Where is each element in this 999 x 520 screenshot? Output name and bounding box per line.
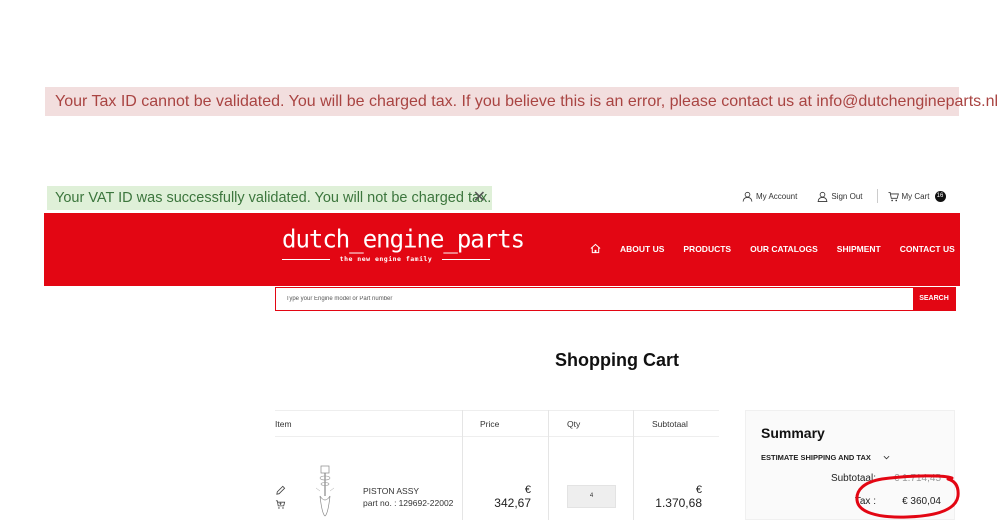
nav-our-catalogs[interactable]: OUR CATALOGS	[750, 244, 818, 254]
tax-error-text: Your Tax ID cannot be validated. You wil…	[55, 93, 999, 110]
column-subtotal: Subtotaal	[652, 419, 688, 429]
page-title: Shopping Cart	[555, 350, 679, 370]
user-outline-icon	[818, 191, 828, 202]
logo[interactable]: dutch_engine_parts the new engine family	[282, 224, 525, 263]
product-sku: part no. :129692-22002	[363, 498, 453, 508]
estimate-shipping-toggle[interactable]: ESTIMATE SHIPPING AND TAX	[761, 453, 890, 462]
subtotal-label: Subtotaal:	[830, 473, 876, 484]
main-nav: ABOUT US PRODUCTS OUR CATALOGS SHIPMENT …	[590, 243, 974, 254]
my-account-label: My Account	[756, 191, 798, 201]
sku-label: part no. :	[363, 498, 397, 508]
search-bar: SEARCH	[275, 287, 956, 311]
cart-item-row: PISTON ASSY part no. :129692-22002 € 342…	[275, 437, 719, 520]
top-links-divider	[876, 189, 878, 203]
row-actions	[275, 485, 287, 513]
user-icon	[742, 191, 753, 202]
search-input[interactable]	[276, 288, 913, 310]
cart-table-header: Item Price Qty Subtotaal	[275, 410, 719, 437]
my-account-link[interactable]: My Account	[742, 191, 797, 202]
quantity-input[interactable]: 4	[567, 485, 616, 508]
summary-tax-value: € 360,04	[902, 496, 941, 507]
product-thumbnail[interactable]	[310, 464, 340, 519]
logo-tagline: the new engine family	[282, 255, 490, 263]
price-currency: €	[524, 484, 531, 496]
close-icon[interactable]: ✕	[473, 186, 486, 210]
tax-id-error-message: Your Tax ID cannot be validated. You wil…	[45, 87, 998, 116]
column-qty: Qty	[567, 419, 581, 429]
nav-about-us[interactable]: ABOUT US	[620, 244, 664, 254]
item-price: € 342,67	[485, 484, 531, 510]
edit-icon[interactable]	[275, 485, 286, 496]
sku-value: 129692-22002	[398, 498, 454, 508]
my-cart-label: My Cart	[901, 191, 930, 201]
site-header: dutch_engine_parts the new engine family…	[44, 213, 960, 286]
logo-main-text: dutch_engine_parts	[282, 224, 525, 254]
item-subtotal: € 1.370,68	[645, 484, 702, 510]
vat-success-text: Your VAT ID was successfully validated. …	[55, 190, 492, 206]
top-links: My Account Sign Out My Cart 16	[742, 189, 966, 203]
price-value: 342,67	[494, 496, 531, 510]
subtotal-value: 1.370,68	[655, 496, 702, 510]
sign-out-label: Sign Out	[831, 191, 863, 201]
product-name[interactable]: PISTON ASSY	[363, 486, 419, 496]
nav-shipment[interactable]: SHIPMENT	[837, 244, 881, 254]
order-summary: Summary ESTIMATE SHIPPING AND TAX Subtot…	[745, 410, 955, 520]
page: Your Tax ID cannot be validated. You wil…	[0, 0, 999, 520]
subtotal-currency: €	[695, 484, 702, 496]
summary-title: Summary	[761, 425, 825, 441]
chevron-down-icon	[883, 455, 890, 460]
cart-icon	[887, 191, 899, 201]
search-button[interactable]: SEARCH	[913, 288, 955, 310]
summary-subtotal-value: € 1.714,45	[893, 473, 941, 484]
home-icon[interactable]	[590, 243, 601, 254]
estimate-label: ESTIMATE SHIPPING AND TAX	[761, 453, 871, 462]
tax-label: Tax :	[854, 496, 876, 507]
delete-icon[interactable]	[275, 499, 286, 510]
nav-products[interactable]: PRODUCTS	[683, 244, 731, 254]
column-price: Price	[480, 419, 500, 429]
column-item: Item	[275, 419, 292, 429]
sign-out-link[interactable]: Sign Out	[817, 191, 863, 202]
vat-success-message: Your VAT ID was successfully validated. …	[47, 186, 492, 210]
cart-count-badge: 16	[934, 190, 946, 202]
nav-contact-us[interactable]: CONTACT US	[900, 244, 955, 254]
my-cart-link[interactable]: My Cart 16	[887, 190, 946, 202]
